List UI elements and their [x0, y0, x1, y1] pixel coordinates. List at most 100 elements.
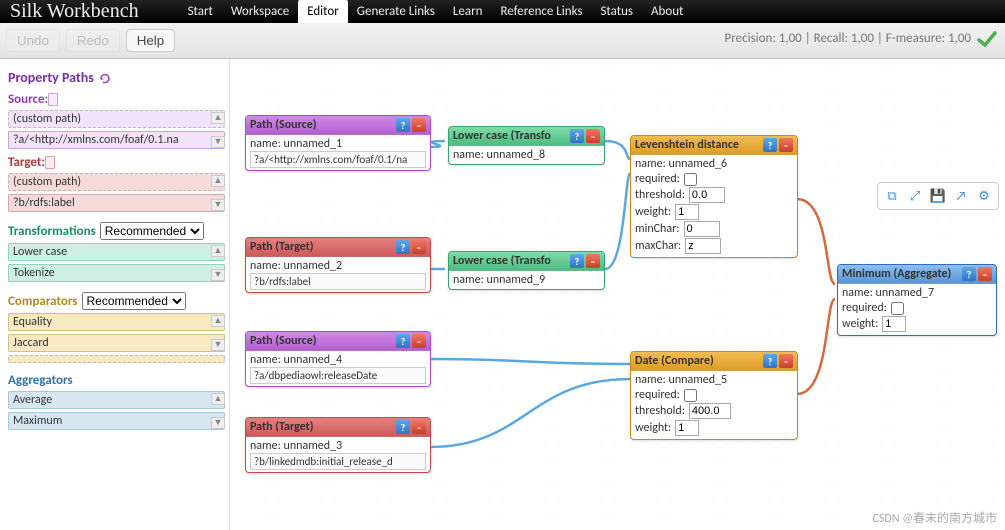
settings-icon[interactable]: ⚙ [975, 187, 993, 205]
node-transform-lowercase-2[interactable]: Lower case (Transfo?– name: unnamed_9 [448, 251, 605, 290]
source-path-custom[interactable]: (custom path) [8, 110, 225, 128]
node-path-target-1[interactable]: Path (Target)?– name: unnamed_2?b/rdfs:l… [245, 237, 431, 293]
save-icon[interactable]: 💾 [929, 187, 947, 205]
help-icon[interactable]: ? [396, 118, 410, 132]
source-path-item[interactable]: ?a/<http://xmlns.com/foaf/0.1.na [8, 131, 225, 149]
required-checkbox[interactable] [684, 389, 697, 402]
node-title: Minimum (Aggregate) [842, 267, 960, 281]
path-value[interactable]: ?b/linkedmdb:initial_release_d [250, 453, 426, 470]
required-checkbox[interactable] [684, 173, 697, 186]
transformations-select[interactable]: Recommended [100, 222, 204, 240]
node-name: name: unnamed_1 [250, 137, 426, 151]
comparator-item-jaccard[interactable]: Jaccard [8, 334, 225, 352]
undo-button[interactable]: Undo [6, 29, 60, 52]
close-icon[interactable]: – [978, 267, 992, 281]
tab-workspace[interactable]: Workspace [222, 0, 298, 23]
export-icon[interactable]: ↗ [952, 187, 970, 205]
node-name: name: unnamed_4 [250, 353, 426, 367]
node-path-source-1[interactable]: Path (Source)?– name: unnamed_1?a/<http:… [245, 115, 431, 171]
node-path-target-2[interactable]: Path (Target)?– name: unnamed_3?b/linked… [245, 417, 431, 473]
tab-start[interactable]: Start [179, 0, 222, 23]
scroll-up-icon[interactable]: ▲ [211, 112, 225, 124]
close-icon[interactable]: – [779, 354, 793, 368]
threshold-input[interactable] [689, 403, 731, 419]
node-name: name: unnamed_5 [635, 373, 793, 387]
scroll-down-icon[interactable]: ▼ [211, 136, 225, 148]
node-title: Path (Source) [250, 334, 394, 348]
scroll-up-icon[interactable]: ▲ [211, 245, 225, 257]
node-title: Lower case (Transfo [453, 129, 568, 143]
target-path-custom[interactable]: (custom path) [8, 173, 225, 191]
refresh-icon[interactable] [98, 72, 112, 84]
transform-item-tokenize[interactable]: Tokenize [8, 264, 225, 282]
scroll-up-icon[interactable]: ▲ [211, 175, 225, 187]
scroll-up-icon[interactable]: ▲ [211, 315, 225, 327]
help-icon[interactable]: ? [396, 420, 410, 434]
required-checkbox[interactable] [891, 302, 904, 315]
scroll-down-icon[interactable]: ▼ [211, 339, 225, 351]
source-filter-input[interactable] [48, 93, 58, 106]
aggregator-item-maximum[interactable]: Maximum [8, 412, 225, 430]
weight-input[interactable] [675, 420, 699, 436]
weight-label: weight: [635, 421, 671, 435]
target-label: Target: [8, 155, 45, 170]
scroll-up-icon[interactable]: ▲ [211, 393, 225, 405]
node-name: name: unnamed_7 [842, 286, 992, 300]
node-path-source-2[interactable]: Path (Source)?– name: unnamed_4?a/dbpedi… [245, 331, 431, 387]
scroll-down-icon[interactable]: ▼ [211, 417, 225, 429]
node-name: name: unnamed_6 [635, 157, 793, 171]
path-value[interactable]: ?a/dbpediaowl:releaseDate [250, 367, 426, 384]
path-value[interactable]: ?a/<http://xmlns.com/foaf/0.1/na [250, 151, 426, 168]
help-icon[interactable]: ? [763, 354, 777, 368]
close-icon[interactable]: – [586, 129, 600, 143]
tab-reference-links[interactable]: Reference Links [491, 0, 591, 23]
tab-editor[interactable]: Editor [298, 0, 348, 23]
topbar: Silk Workbench StartWorkspaceEditorGener… [0, 0, 1005, 23]
path-value[interactable]: ?b/rdfs:label [250, 273, 426, 290]
scroll-down-icon[interactable]: ▼ [211, 269, 225, 281]
threshold-input[interactable] [689, 187, 725, 203]
weight-label: weight: [635, 205, 671, 219]
help-button[interactable]: Help [126, 29, 175, 52]
node-aggregate-minimum[interactable]: Minimum (Aggregate)?– name: unnamed_7 re… [837, 264, 997, 336]
help-icon[interactable]: ? [763, 138, 777, 152]
maxchar-input[interactable] [685, 238, 721, 254]
node-compare-levenshtein[interactable]: Levenshtein distance?– name: unnamed_6 r… [630, 135, 798, 258]
scroll-down-icon[interactable]: ▼ [211, 199, 225, 211]
close-icon[interactable]: – [779, 138, 793, 152]
fullscreen-icon[interactable]: ⤢ [906, 187, 924, 205]
close-icon[interactable]: – [412, 240, 426, 254]
tab-learn[interactable]: Learn [444, 0, 492, 23]
target-path-item[interactable]: ?b/rdfs:label [8, 194, 225, 212]
comparators-select[interactable]: Recommended [82, 292, 186, 310]
transform-item-lowercase[interactable]: Lower case [8, 243, 225, 261]
target-filter-input[interactable] [45, 156, 55, 169]
comparator-item-more[interactable] [8, 355, 225, 363]
aggregators-header: Aggregators [8, 373, 225, 388]
node-name: name: unnamed_8 [453, 148, 600, 162]
tab-generate-links[interactable]: Generate Links [348, 0, 444, 23]
tab-about[interactable]: About [642, 0, 692, 23]
close-icon[interactable]: – [412, 420, 426, 434]
weight-input[interactable] [882, 316, 906, 332]
help-icon[interactable]: ? [396, 334, 410, 348]
editor-canvas[interactable]: Path (Source)?– name: unnamed_1?a/<http:… [230, 59, 1005, 530]
redo-button[interactable]: Redo [66, 29, 120, 52]
node-name: name: unnamed_2 [250, 259, 426, 273]
copy-icon[interactable]: ⧉ [883, 187, 901, 205]
minchar-input[interactable] [684, 221, 720, 237]
close-icon[interactable]: – [412, 118, 426, 132]
tab-status[interactable]: Status [591, 0, 642, 23]
close-icon[interactable]: – [412, 334, 426, 348]
help-icon[interactable]: ? [570, 129, 584, 143]
weight-input[interactable] [675, 204, 699, 220]
watermark: CSDN @春末的南方城市 [873, 509, 997, 526]
help-icon[interactable]: ? [570, 254, 584, 268]
aggregator-item-average[interactable]: Average [8, 391, 225, 409]
node-compare-date[interactable]: Date (Compare)?– name: unnamed_5 require… [630, 351, 798, 440]
help-icon[interactable]: ? [962, 267, 976, 281]
node-transform-lowercase-1[interactable]: Lower case (Transfo?– name: unnamed_8 [448, 126, 605, 165]
help-icon[interactable]: ? [396, 240, 410, 254]
comparator-item-equality[interactable]: Equality [8, 313, 225, 331]
close-icon[interactable]: – [586, 254, 600, 268]
